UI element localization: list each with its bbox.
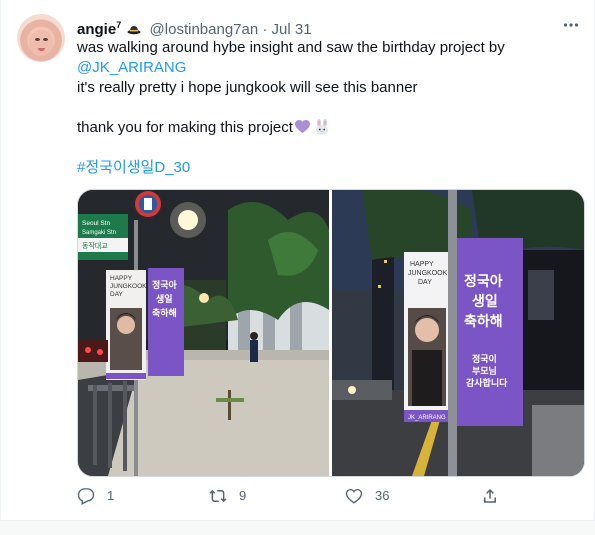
media-grid: Seoul Stn Samgaki Stn 동작대교 HAPPY JUNGKOO… xyxy=(77,189,585,477)
tower-window xyxy=(378,285,381,288)
reply-icon xyxy=(77,488,95,505)
tweet-text-line: it's really pretty i hope jungkook will … xyxy=(77,79,418,96)
sidewalk xyxy=(532,405,584,476)
hat-emoji-icon xyxy=(127,26,141,35)
banner-text: HAPPY xyxy=(110,275,133,282)
avatar-eye xyxy=(43,38,48,41)
portrait-face xyxy=(117,316,135,334)
mention-link[interactable]: @JK_ARIRANG xyxy=(77,58,578,78)
tail-light xyxy=(97,349,103,355)
road-sign-text: Seoul Stn xyxy=(82,220,111,227)
photo-right[interactable]: HAPPY JUNGKOOK DAY JK_ARIRANG 정국아 생일 축하해… xyxy=(332,190,584,476)
author-name-text: angie xyxy=(77,21,117,38)
tweet-text: was walking around hybe insight and saw … xyxy=(77,38,578,178)
more-options-icon[interactable] xyxy=(562,16,580,34)
banner-text: JK_ARIRANG xyxy=(408,415,446,421)
tweet-date[interactable]: Jul 31 xyxy=(272,21,312,38)
retweet-count: 9 xyxy=(239,488,247,503)
photo-left[interactable]: Seoul Stn Samgaki Stn 동작대교 HAPPY JUNGKOO… xyxy=(78,190,329,476)
timeline-divider xyxy=(0,520,595,535)
banner-text: HAPPY xyxy=(410,261,434,268)
author-name-superscript: 7 xyxy=(116,20,122,30)
banner-text: 정국아 xyxy=(464,273,503,290)
retweet-button[interactable]: 9 xyxy=(209,484,246,508)
tweet-actions: 1 9 36 xyxy=(77,484,517,508)
banner-text: 감사합니다 xyxy=(466,377,508,389)
banner-text: 축하해 xyxy=(152,307,177,319)
banner-footer xyxy=(106,373,146,379)
tweet-card[interactable]: angie7 @lostinbang7an · Jul 31 was walki… xyxy=(0,0,595,521)
avatar[interactable] xyxy=(17,14,65,62)
tweet-text-line: was walking around hybe insight and saw … xyxy=(77,39,505,56)
tweet-text-content: thank you for making this project xyxy=(77,119,293,136)
like-count: 36 xyxy=(375,488,390,503)
rabbit-icon xyxy=(315,119,328,135)
banner-text: JUNGKOOK xyxy=(408,270,448,277)
road-sign-text: 동작대교 xyxy=(82,241,108,250)
banner-text: 부모님 xyxy=(472,365,497,377)
pedestrian-head xyxy=(250,332,258,340)
banner-pole xyxy=(448,190,457,476)
reply-count: 1 xyxy=(107,488,115,503)
road-sign-text: Samgaki Stn xyxy=(82,230,116,236)
tower-window xyxy=(384,260,387,263)
reply-button[interactable]: 1 xyxy=(77,484,114,508)
banner-text: 정국이 xyxy=(472,353,497,365)
avatar-face xyxy=(29,30,53,56)
banner-text: JUNGKOOK xyxy=(110,283,147,290)
portrait-face xyxy=(415,318,439,342)
lamp-glow xyxy=(170,202,206,238)
banner-text: 정국아 xyxy=(152,279,178,291)
avatar-eye xyxy=(35,38,40,41)
author-name[interactable]: angie7 xyxy=(77,20,122,38)
cars xyxy=(78,340,108,362)
separator-dot: · xyxy=(262,21,268,38)
fence-post xyxy=(108,383,112,468)
tweet-text-line: thank you for making this project xyxy=(77,118,578,138)
banner-text: 생일 xyxy=(156,293,173,305)
share-icon xyxy=(484,488,496,503)
fence-post xyxy=(123,381,127,471)
building-right-window xyxy=(528,270,554,320)
author-handle[interactable]: @lostinbang7an xyxy=(150,21,259,38)
banner-text: DAY xyxy=(418,279,432,286)
storefronts xyxy=(332,380,392,400)
tree-trunk xyxy=(228,390,231,420)
street-lamp xyxy=(199,293,209,303)
hashtag-link[interactable]: #정국이생일D_30 xyxy=(77,158,578,178)
banner-purple xyxy=(457,238,523,426)
fence-post xyxy=(93,385,97,465)
tail-light xyxy=(85,347,91,353)
planter xyxy=(216,398,244,402)
banner-text: 생일 xyxy=(472,294,498,310)
portrait-jacket xyxy=(412,350,442,406)
share-button[interactable] xyxy=(481,484,511,508)
heart-icon xyxy=(345,488,363,504)
like-button[interactable]: 36 xyxy=(345,484,389,508)
retweet-icon xyxy=(209,489,227,503)
banner-text: 축하해 xyxy=(464,313,503,330)
banner-text: DAY xyxy=(110,291,124,298)
purple-heart-icon xyxy=(294,120,310,133)
street-light xyxy=(348,386,356,394)
traffic-sign-mark xyxy=(144,198,152,210)
tweet-header: angie7 @lostinbang7an · Jul 31 xyxy=(77,15,578,38)
pedestrian xyxy=(250,340,258,362)
